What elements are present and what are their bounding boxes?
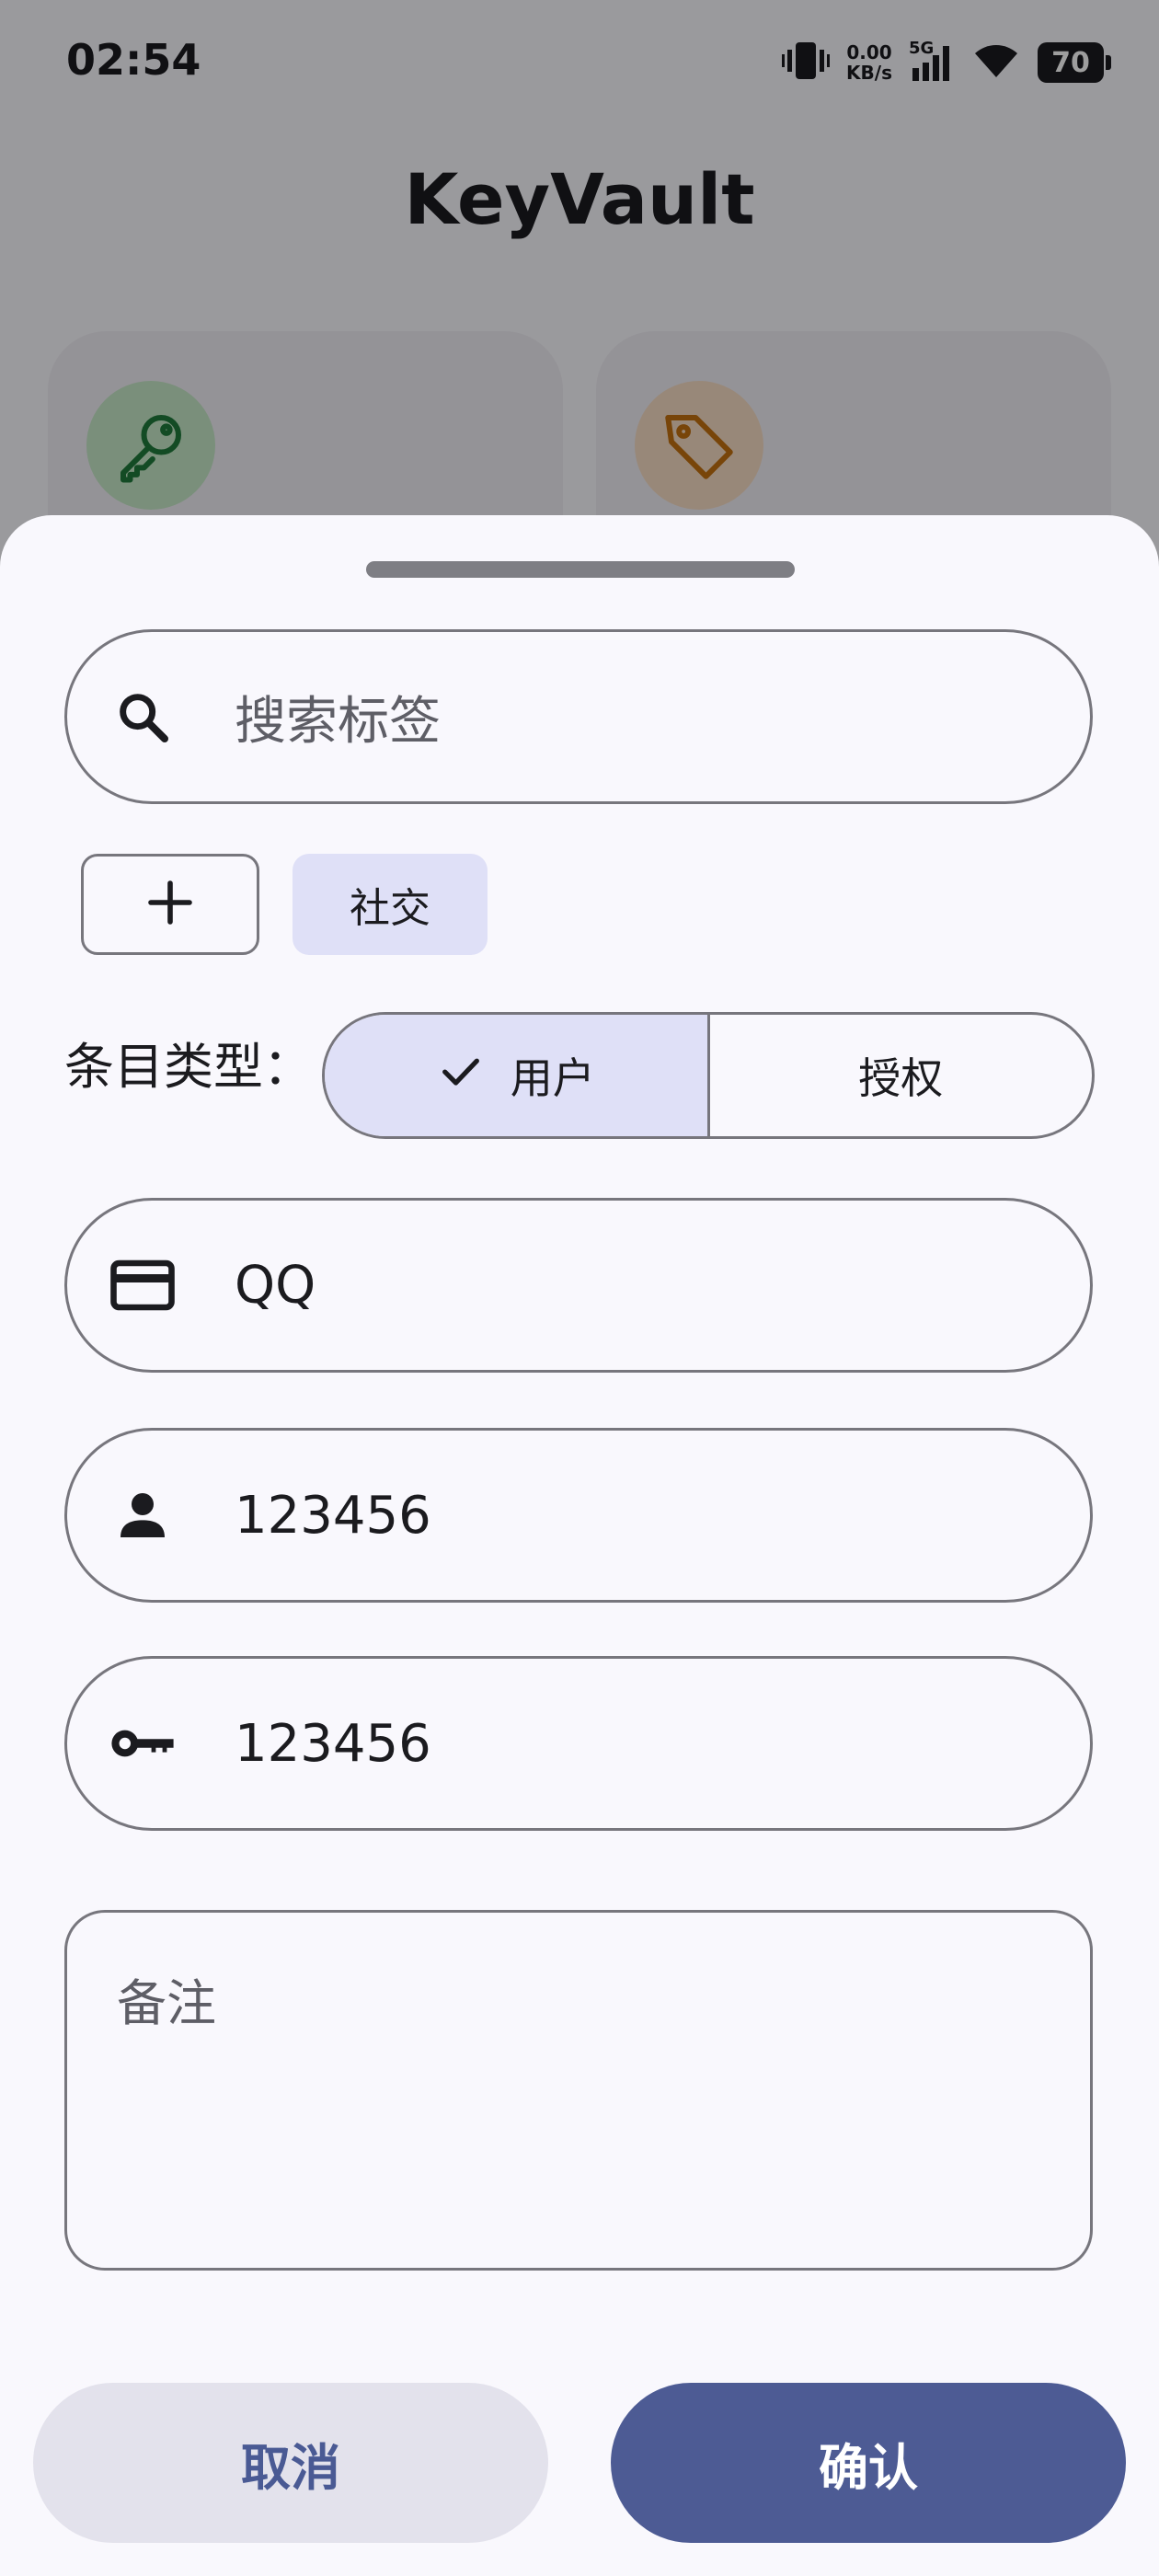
password-value: 123456 xyxy=(235,1713,431,1774)
tag-chips: 社交 xyxy=(81,854,488,955)
drag-handle[interactable] xyxy=(366,561,795,578)
segment-authorization-label: 授权 xyxy=(858,1053,944,1103)
add-entry-sheet: 搜索标签 社交 条目类型： 用户 授权 QQ 123456 123456 备注 … xyxy=(0,515,1159,2576)
entry-type-segmented-button: 用户 授权 xyxy=(322,1012,1095,1139)
cancel-button[interactable]: 取消 xyxy=(33,2383,548,2543)
entry-type-label: 条目类型： xyxy=(64,1038,313,1096)
title-value: QQ xyxy=(235,1255,316,1316)
tag-chip[interactable]: 社交 xyxy=(293,854,488,955)
person-icon xyxy=(109,1482,176,1548)
key-icon xyxy=(109,1710,176,1777)
search-icon xyxy=(109,684,176,750)
password-field[interactable]: 123456 xyxy=(64,1656,1093,1831)
check-icon xyxy=(437,1047,485,1105)
segment-user-label: 用户 xyxy=(510,1053,595,1103)
tag-search-field[interactable]: 搜索标签 xyxy=(64,629,1093,804)
search-placeholder: 搜索标签 xyxy=(235,691,441,752)
segment-user[interactable]: 用户 xyxy=(325,1015,710,1136)
confirm-button[interactable]: 确认 xyxy=(611,2383,1126,2543)
plus-icon xyxy=(144,877,196,932)
username-field[interactable]: 123456 xyxy=(64,1428,1093,1603)
title-field[interactable]: QQ xyxy=(64,1198,1093,1373)
add-tag-button[interactable] xyxy=(81,854,259,955)
card-icon xyxy=(109,1252,176,1318)
notes-placeholder: 备注 xyxy=(117,1974,216,2032)
username-value: 123456 xyxy=(235,1485,431,1546)
segment-authorization[interactable]: 授权 xyxy=(710,1015,1093,1136)
notes-field[interactable]: 备注 xyxy=(64,1910,1093,2271)
